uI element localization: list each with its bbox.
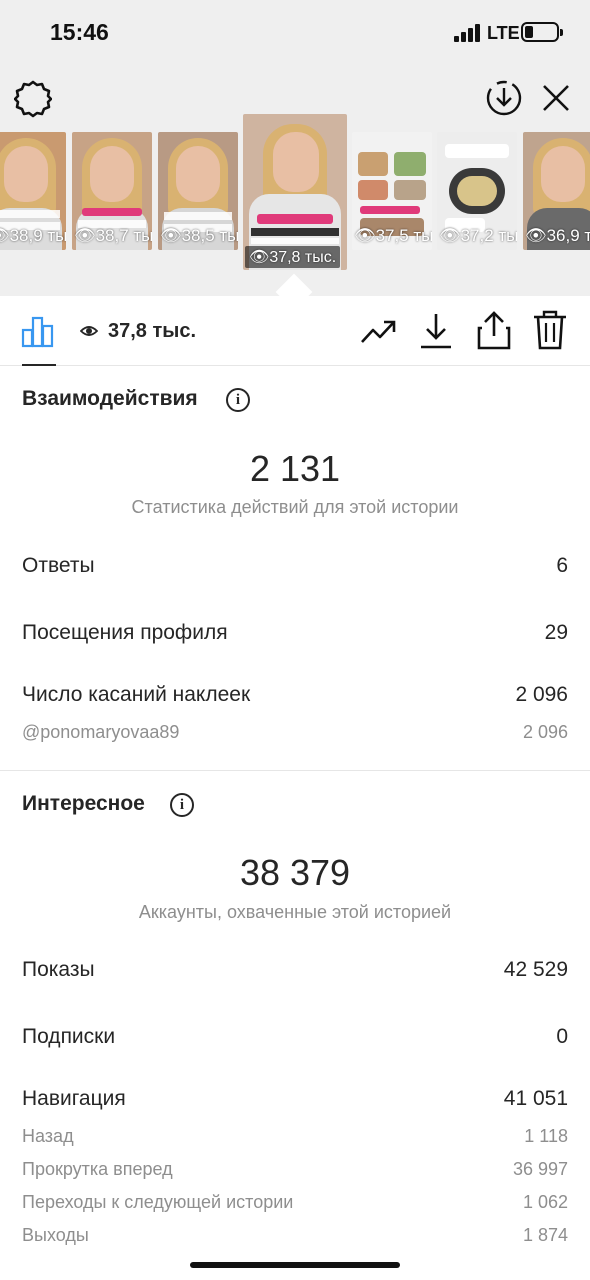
interactions-title: Взаимодействия (22, 387, 198, 410)
stat-value: 36 997 (512, 1159, 568, 1179)
stat-value: 41 051 (503, 1087, 568, 1110)
stat-label: Число касаний наклеек (22, 683, 251, 706)
story-thumbnail[interactable]: 👁37,5 тыс. (352, 132, 432, 250)
interactions-total: 2 131 (249, 448, 341, 489)
stat-value: 2 096 (515, 683, 568, 706)
info-icon[interactable]: i (170, 793, 194, 817)
stat-value: 1 118 (524, 1126, 568, 1146)
status-time: 15:46 (50, 19, 109, 45)
thumbnail-view-count: 👁36,9 тыс. (525, 226, 590, 245)
stat-label: Показы (22, 958, 95, 981)
info-icon[interactable]: i (226, 388, 250, 412)
stat-value: 6 (556, 554, 568, 577)
view-count: 37,8 тыс. (108, 320, 197, 342)
stat-row-impressions: Показы 42 529 (22, 958, 568, 982)
home-indicator[interactable] (190, 1262, 400, 1268)
thumbnail-view-count: 👁38,9 тыс. (0, 226, 66, 245)
stat-label: Выходы (22, 1225, 89, 1245)
nav-subrow-exits: Выходы 1 874 (22, 1225, 568, 1246)
story-thumbnail[interactable]: 👁38,7 тыс. (72, 132, 152, 250)
story-thumbnail-strip: 👁38,9 тыс. 👁38,7 тыс. 👁38,5 тыс. 👁37,8 т… (0, 114, 590, 270)
discovery-title: Интересное (22, 792, 145, 815)
active-tab-indicator (22, 364, 56, 366)
thumbnail-view-count: 👁37,5 тыс. (354, 226, 432, 245)
story-thumbnail[interactable]: 👁36,9 тыс. (523, 132, 590, 250)
share-icon[interactable] (476, 310, 512, 350)
download-icon[interactable] (418, 312, 454, 350)
stat-label: Ответы (22, 554, 95, 577)
stat-value: 29 (544, 621, 568, 644)
status-bar: 15:46 LTE (0, 0, 590, 66)
thumbnail-view-count: 👁37,8 тыс. (245, 246, 341, 268)
stat-row-follows: Подписки 0 (22, 1025, 568, 1049)
stat-subrow-mention: @ponomaryovaa89 2 096 (22, 722, 568, 743)
stat-label: Назад (22, 1126, 74, 1146)
story-thumbnail[interactable]: 👁38,5 тыс. (158, 132, 238, 250)
thumbnail-view-count: 👁38,5 тыс. (160, 226, 238, 245)
interactions-caption: Статистика действий для этой истории (131, 497, 459, 517)
thumbnail-view-count: 👁38,7 тыс. (74, 226, 152, 245)
stat-row-profile-visits: Посещения профиля 29 (22, 621, 568, 645)
stat-value: 1 874 (522, 1225, 568, 1245)
nav-subrow-next-story: Переходы к следующей истории 1 062 (22, 1192, 568, 1213)
thumbnail-view-count: 👁37,2 тыс. (439, 226, 517, 245)
stat-value: 0 (556, 1025, 568, 1048)
eye-icon (79, 324, 99, 343)
stat-label: Прокрутка вперед (22, 1159, 173, 1179)
nav-subrow-forward: Прокрутка вперед 36 997 (22, 1159, 568, 1180)
story-thumbnail[interactable]: 👁38,9 тыс. (0, 132, 66, 250)
stat-label: @ponomaryovaa89 (22, 722, 180, 742)
signal-icon (454, 24, 482, 42)
settings-gear-icon[interactable] (14, 80, 52, 118)
discovery-total: 38 379 (239, 852, 351, 893)
insights-toolbar: 37,8 тыс. (0, 296, 590, 366)
nav-subrow-back: Назад 1 118 (22, 1126, 568, 1147)
story-thumbnail[interactable]: 👁37,2 тыс. (437, 132, 517, 250)
stat-label: Переходы к следующей истории (22, 1192, 294, 1212)
stat-row-navigation: Навигация 41 051 (22, 1087, 568, 1111)
battery-icon (521, 22, 563, 42)
stat-row-sticker-taps: Число касаний наклеек 2 096 (22, 683, 568, 707)
stat-label: Подписки (22, 1025, 116, 1048)
stat-value: 2 096 (522, 722, 568, 742)
section-divider (0, 770, 590, 771)
trash-icon[interactable] (532, 310, 568, 350)
stat-value: 42 529 (503, 958, 568, 981)
story-header: 👁38,9 тыс. 👁38,7 тыс. 👁38,5 тыс. 👁37,8 т… (0, 66, 590, 311)
stat-label: Навигация (22, 1087, 126, 1110)
stat-row-replies: Ответы 6 (22, 554, 568, 578)
stat-label: Посещения профиля (22, 621, 228, 644)
promote-trend-icon[interactable] (360, 314, 398, 348)
stat-value: 1 062 (522, 1192, 568, 1212)
story-thumbnail-selected[interactable]: 👁37,8 тыс. (243, 114, 347, 270)
insights-chart-icon[interactable] (21, 314, 55, 353)
discovery-caption: Аккаунты, охваченные этой историей (138, 902, 452, 922)
save-story-icon[interactable] (484, 78, 524, 118)
close-icon[interactable] (538, 80, 574, 116)
network-label: LTE (487, 23, 520, 43)
